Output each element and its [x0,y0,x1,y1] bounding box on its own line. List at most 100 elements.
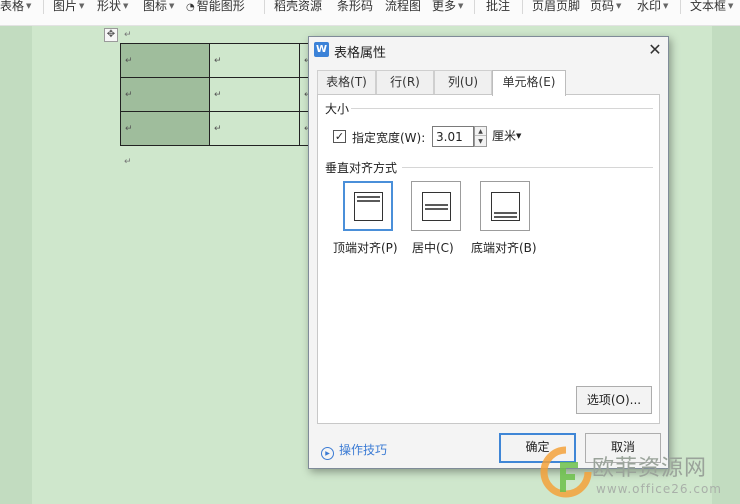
paragraph-mark: ↵ [124,157,132,167]
ribbon-textbox-button[interactable]: 文本框 ▼ [690,0,733,14]
chevron-down-icon: ▼ [663,2,669,10]
size-group-title: 大小 [325,102,350,116]
chevron-down-icon: ▼ [123,2,129,10]
specify-width-checkbox[interactable]: ✓ [333,130,346,143]
cell-tab-panel: 大小 ✓ 指定宽度(W): ▲ ▼ 厘米▼ 垂直对齐方式 顶端对齐(P) [317,94,660,424]
operation-tips-link[interactable]: ▶ 操作技巧 [321,441,388,460]
chevron-down-icon: ▼ [616,2,622,10]
width-unit-dropdown[interactable]: 厘米▼ [492,126,521,146]
group-divider [351,108,653,109]
office26-logo-icon [540,446,592,498]
ribbon-icon-label: 图标 [143,0,168,13]
ribbon-header-footer-label: 页眉页脚 [532,0,581,13]
chevron-down-icon: ▼ [516,132,522,140]
tab-row[interactable]: 行(R) [376,70,434,94]
dialog-title: 表格属性 [334,46,387,61]
ribbon-separator [264,0,265,14]
ribbon-page-number-button[interactable]: 页码 ▼ [590,0,621,14]
ribbon-header-footer-button[interactable]: 页眉页脚 [532,0,580,14]
paragraph-mark: ↵ [125,55,133,66]
specify-width-label: 指定宽度(W): [352,131,426,145]
table-row: ↵ ↵ ↵ [120,77,313,112]
ribbon-table-label: 表格 [0,0,25,13]
ribbon-picture-button[interactable]: 图片 ▼ [53,0,84,14]
table-cell[interactable]: ↵ [209,111,300,146]
ribbon-watermark-label: 水印 [637,0,662,13]
ribbon-textbox-label: 文本框 [690,0,727,13]
paragraph-mark: ↵ [214,89,222,100]
align-top-icon [354,192,383,221]
ribbon-more-label: 更多 [432,0,457,13]
ribbon-toolbar: 表格 ▼ 图片 ▼ 形状 ▼ 图标 ▼ ◔ 智能图形 稻壳资源 条形码 流程图 更多 ▼ 批… [0,0,740,26]
watermark-title: 欧菲资源网 [592,456,708,481]
table-cell[interactable]: ↵ [209,77,300,112]
table-row: ↵ ↵ ↵ [120,111,313,146]
paragraph-mark: ↵ [124,30,132,40]
close-icon[interactable]: ✕ [645,40,665,60]
ribbon-separator [43,0,44,14]
table-cell-selected[interactable]: ↵ [120,43,210,78]
ribbon-docer-resource-label: 稻壳资源 [274,0,323,13]
document-gutter-right [712,26,740,504]
smart-graphic-icon: ◔ [186,2,195,13]
align-bottom-icon [491,192,520,221]
ribbon-page-number-label: 页码 [590,0,615,13]
chevron-down-icon: ▼ [458,2,464,10]
ribbon-separator [474,0,475,14]
align-top-option[interactable] [343,181,393,231]
checkmark-icon: ✓ [334,130,345,143]
ribbon-comment-button[interactable]: 批注 [486,0,510,14]
tab-table[interactable]: 表格(T) [317,70,376,94]
spin-down-icon[interactable]: ▼ [475,137,486,146]
table-row: ↵ ↵ ↵ [120,43,313,78]
chevron-down-icon: ▼ [728,2,734,10]
align-center-icon [422,192,451,221]
ribbon-smart-graphic-label: 智能图形 [196,0,245,13]
paragraph-mark: ↵ [214,123,222,134]
ribbon-table-button[interactable]: 表格 ▼ [0,0,31,14]
ribbon-comment-label: 批注 [486,0,511,13]
paragraph-mark: ↵ [125,89,133,100]
ribbon-smart-graphic-button[interactable]: ◔ 智能图形 [186,0,245,14]
operation-tips-label: 操作技巧 [339,443,388,457]
table-cell[interactable]: ↵ [209,43,300,78]
align-bottom-label[interactable]: 底端对齐(B) [471,239,537,256]
group-divider [402,167,653,168]
ribbon-docer-resource-button[interactable]: 稻壳资源 [274,0,322,14]
watermark-url: www.office26.com [596,482,722,496]
table-cell-selected[interactable]: ↵ [120,111,210,146]
align-center-label[interactable]: 居中(C) [412,239,454,256]
dialog-titlebar[interactable]: W 表格属性 ✕ [309,37,668,63]
ribbon-flowchart-button[interactable]: 流程图 [385,0,421,14]
table-properties-dialog: W 表格属性 ✕ 表格(T) 行(R) 列(U) 单元格(E) 大小 ✓ 指定宽… [308,36,669,469]
align-bottom-option[interactable] [480,181,530,231]
ribbon-watermark-button[interactable]: 水印 ▼ [637,0,668,14]
ribbon-barcode-label: 条形码 [337,0,374,13]
align-center-option[interactable] [411,181,461,231]
width-input[interactable] [432,126,474,147]
ribbon-more-button[interactable]: 更多 ▼ [432,0,463,14]
ribbon-shape-label: 形状 [97,0,122,13]
table-move-handle-icon[interactable]: ✥ [104,28,118,42]
paragraph-mark: ↵ [214,55,222,66]
tab-column[interactable]: 列(U) [434,70,492,94]
document-gutter-left [0,26,32,504]
wps-writer-icon: W [314,42,329,57]
ribbon-icon-button[interactable]: 图标 ▼ [143,0,174,14]
spin-up-icon[interactable]: ▲ [475,127,486,136]
ribbon-flowchart-label: 流程图 [385,0,422,13]
ribbon-shape-button[interactable]: 形状 ▼ [97,0,128,14]
site-watermark: 欧菲资源网 www.office26.com [540,446,736,502]
ribbon-picture-label: 图片 [53,0,78,13]
ribbon-separator [522,0,523,14]
table-cell-selected[interactable]: ↵ [120,77,210,112]
options-button[interactable]: 选项(O)... [576,386,652,414]
width-spinner: ▲ ▼ [474,126,487,147]
chevron-down-icon: ▼ [26,2,32,10]
tab-cell[interactable]: 单元格(E) [492,70,566,96]
chevron-down-icon: ▼ [169,2,175,10]
document-table[interactable]: ↵ ↵ ↵ ↵ ↵ ↵ ↵ ↵ ↵ [120,43,313,146]
width-unit-label: 厘米 [492,129,517,143]
ribbon-barcode-button[interactable]: 条形码 [337,0,373,14]
align-top-label[interactable]: 顶端对齐(P) [333,239,398,256]
